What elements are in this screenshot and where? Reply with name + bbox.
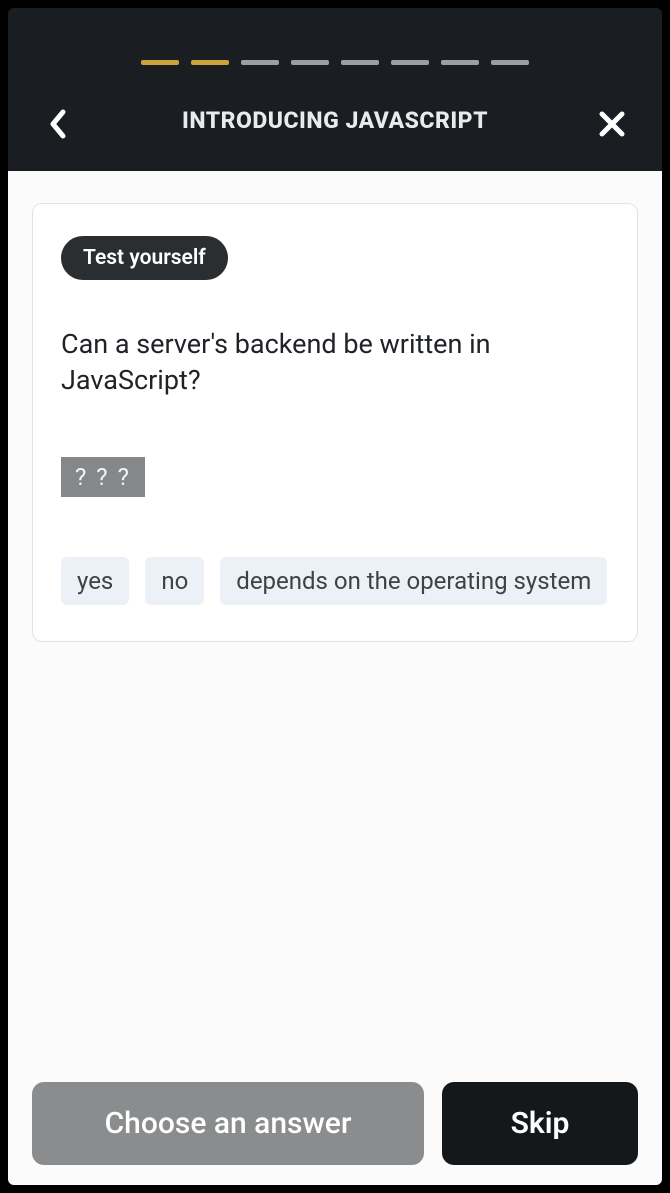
progress-bar: [8, 60, 662, 65]
answer-option[interactable]: depends on the operating system: [220, 557, 607, 605]
submit-button[interactable]: Choose an answer: [32, 1082, 424, 1165]
card-badge: Test yourself: [61, 236, 228, 280]
answer-slot[interactable]: ? ? ?: [61, 457, 145, 497]
chevron-left-icon: [48, 109, 68, 139]
footer-actions: Choose an answer Skip: [32, 1082, 638, 1165]
close-button[interactable]: [592, 104, 632, 144]
progress-segment: [341, 60, 379, 65]
skip-button[interactable]: Skip: [442, 1082, 638, 1165]
progress-segment: [241, 60, 279, 65]
answer-options: yes no depends on the operating system: [61, 557, 609, 605]
back-button[interactable]: [38, 104, 78, 144]
progress-segment: [441, 60, 479, 65]
progress-segment: [491, 60, 529, 65]
answer-option[interactable]: yes: [61, 557, 129, 605]
progress-segment: [391, 60, 429, 65]
close-icon: [598, 110, 626, 138]
quiz-card: Test yourself Can a server's backend be …: [32, 203, 638, 642]
answer-option[interactable]: no: [145, 557, 204, 605]
progress-segment: [291, 60, 329, 65]
lesson-header: INTRODUCING JAVASCRIPT: [8, 8, 662, 171]
question-text: Can a server's backend be written in Jav…: [61, 326, 609, 399]
lesson-title: INTRODUCING JAVASCRIPT: [182, 107, 488, 134]
progress-segment: [141, 60, 179, 65]
lesson-body: Test yourself Can a server's backend be …: [8, 171, 662, 1185]
progress-segment: [191, 60, 229, 65]
